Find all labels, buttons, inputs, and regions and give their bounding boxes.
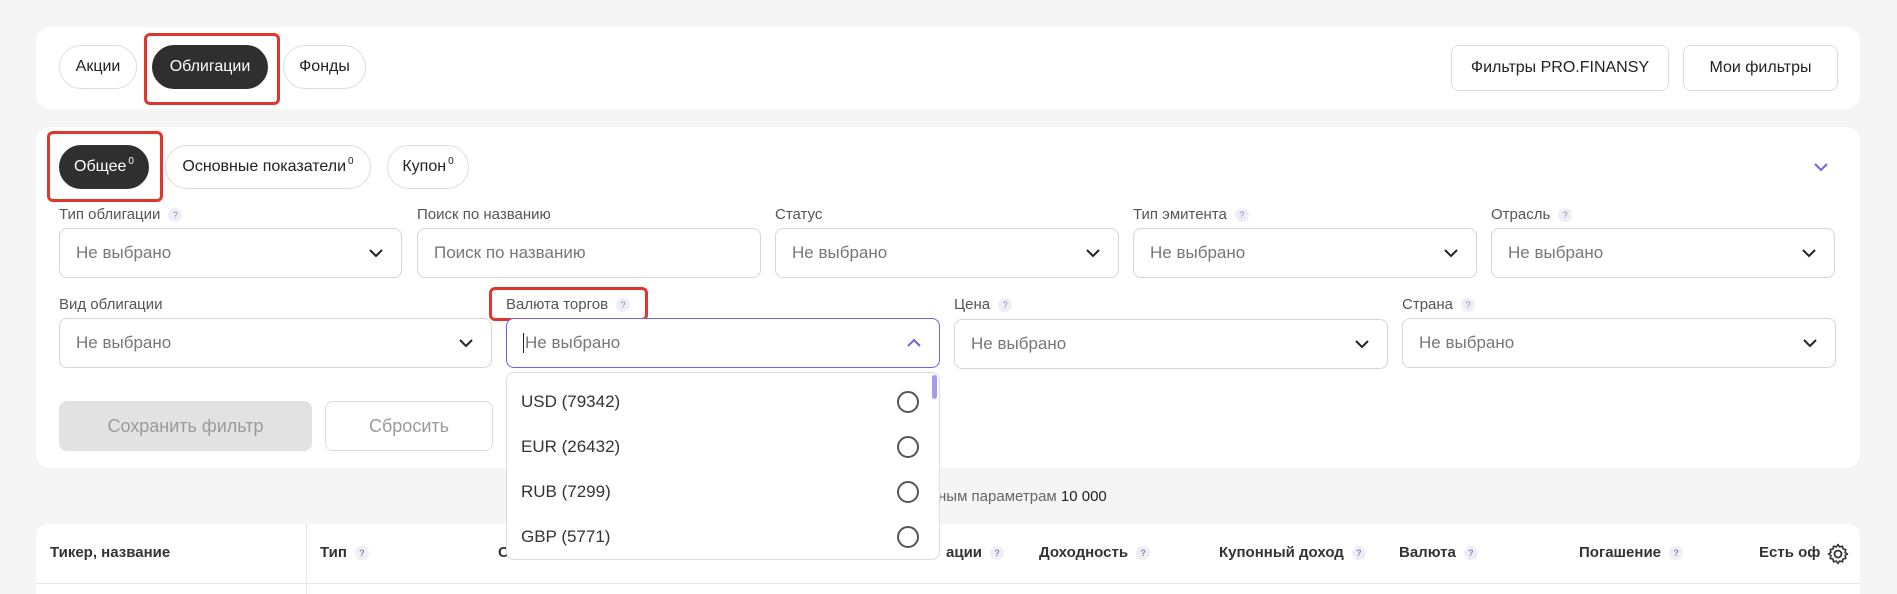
chevron-down-icon: [1444, 249, 1458, 258]
table-header-divider: [36, 583, 1860, 584]
tab-bonds[interactable]: Облигации: [152, 45, 268, 89]
industry-select[interactable]: Не выбрано: [1491, 228, 1835, 278]
pro-filters-button[interactable]: Фильтры PRO.FINANSY: [1451, 45, 1669, 91]
help-icon[interactable]: ?: [616, 297, 631, 312]
help-icon[interactable]: ?: [354, 545, 369, 560]
radio-button[interactable]: [897, 390, 919, 413]
th-currency[interactable]: Валюта?: [1399, 544, 1478, 561]
filter-tab-count: 0: [448, 155, 454, 167]
currency-option[interactable]: USD (79342): [521, 379, 919, 424]
chevron-down-icon: [1803, 339, 1817, 348]
tab-stocks[interactable]: Акции: [59, 45, 137, 89]
save-filter-button[interactable]: Сохранить фильтр: [59, 401, 312, 451]
text-cursor: [523, 333, 524, 353]
help-icon[interactable]: ?: [1461, 297, 1476, 312]
chevron-up-icon: [907, 338, 921, 347]
filter-tab-label: Купон: [402, 158, 447, 175]
my-filters-button[interactable]: Мои фильтры: [1683, 45, 1838, 91]
tab-funds[interactable]: Фонды: [283, 45, 366, 89]
currency-option[interactable]: EUR (26432): [521, 424, 919, 469]
currency-dropdown[interactable]: USD (79342) EUR (26432) RUB (7299) GBP (…: [506, 372, 940, 560]
country-label: Страна?: [1402, 296, 1476, 313]
chevron-down-icon: [459, 339, 473, 348]
bond-kind-select[interactable]: Не выбрано: [59, 318, 492, 368]
th-offer[interactable]: Есть оф: [1759, 544, 1820, 561]
status-label: Статус: [775, 206, 823, 223]
help-icon[interactable]: ?: [1234, 207, 1249, 222]
bond-type-select[interactable]: Не выбрано: [59, 228, 402, 278]
currency-option[interactable]: GBP (5771): [521, 514, 919, 559]
price-select[interactable]: Не выбрано: [954, 319, 1388, 369]
th-yield[interactable]: Доходность?: [1039, 544, 1151, 561]
help-icon[interactable]: ?: [1136, 545, 1151, 560]
th-ticker[interactable]: Тикер, название: [50, 544, 170, 561]
gear-icon[interactable]: [1826, 542, 1850, 566]
th-maturity[interactable]: Погашение?: [1579, 544, 1684, 561]
th-partial-b[interactable]: ации?: [946, 544, 1005, 561]
help-icon[interactable]: ?: [1351, 545, 1366, 560]
radio-button[interactable]: [897, 480, 919, 503]
industry-label: Отрасль?: [1491, 206, 1573, 223]
filter-tab-count: 0: [348, 155, 354, 167]
currency-option[interactable]: RUB (7299): [521, 469, 919, 514]
chevron-down-icon: [1802, 249, 1816, 258]
status-select[interactable]: Не выбрано: [775, 228, 1119, 278]
currency-select[interactable]: Не выбрано: [506, 318, 940, 368]
column-divider: [306, 524, 307, 594]
filter-tab-general[interactable]: Общее 0: [59, 145, 149, 189]
radio-button[interactable]: [897, 435, 919, 458]
help-icon[interactable]: ?: [1463, 545, 1478, 560]
issuer-type-select[interactable]: Не выбрано: [1133, 228, 1477, 278]
currency-label: Валюта торгов?: [506, 296, 631, 313]
reset-button[interactable]: Сбросить: [325, 401, 493, 451]
radio-button[interactable]: [897, 525, 919, 548]
help-icon[interactable]: ?: [1669, 545, 1684, 560]
chevron-down-icon: [369, 249, 383, 258]
country-select[interactable]: Не выбрано: [1402, 318, 1836, 368]
bond-type-label: Тип облигации?: [59, 206, 183, 223]
help-icon[interactable]: ?: [1558, 207, 1573, 222]
filter-tab-main-indicators[interactable]: Основные показатели 0: [165, 145, 371, 189]
collapse-chevron-icon[interactable]: [1812, 158, 1830, 176]
search-input[interactable]: Поиск по названию: [417, 228, 761, 278]
chevron-down-icon: [1355, 340, 1369, 349]
help-icon[interactable]: ?: [168, 207, 183, 222]
results-count: ным параметрам 10 000: [938, 488, 1107, 505]
chevron-down-icon: [1086, 249, 1100, 258]
help-icon[interactable]: ?: [990, 545, 1005, 560]
issuer-type-label: Тип эмитента?: [1133, 206, 1249, 223]
dropdown-scrollbar[interactable]: [932, 375, 937, 399]
search-label: Поиск по названию: [417, 206, 551, 223]
th-coupon-income[interactable]: Купонный доход?: [1219, 544, 1366, 561]
help-icon[interactable]: ?: [998, 297, 1013, 312]
th-type[interactable]: Тип?: [320, 544, 369, 561]
bond-kind-label: Вид облигации: [59, 296, 163, 313]
filter-tab-label: Общее: [74, 158, 127, 175]
filter-tab-label: Основные показатели: [182, 158, 347, 175]
filter-tab-coupon[interactable]: Купон 0: [387, 145, 469, 189]
filter-tab-count: 0: [128, 155, 134, 167]
price-label: Цена?: [954, 296, 1013, 313]
